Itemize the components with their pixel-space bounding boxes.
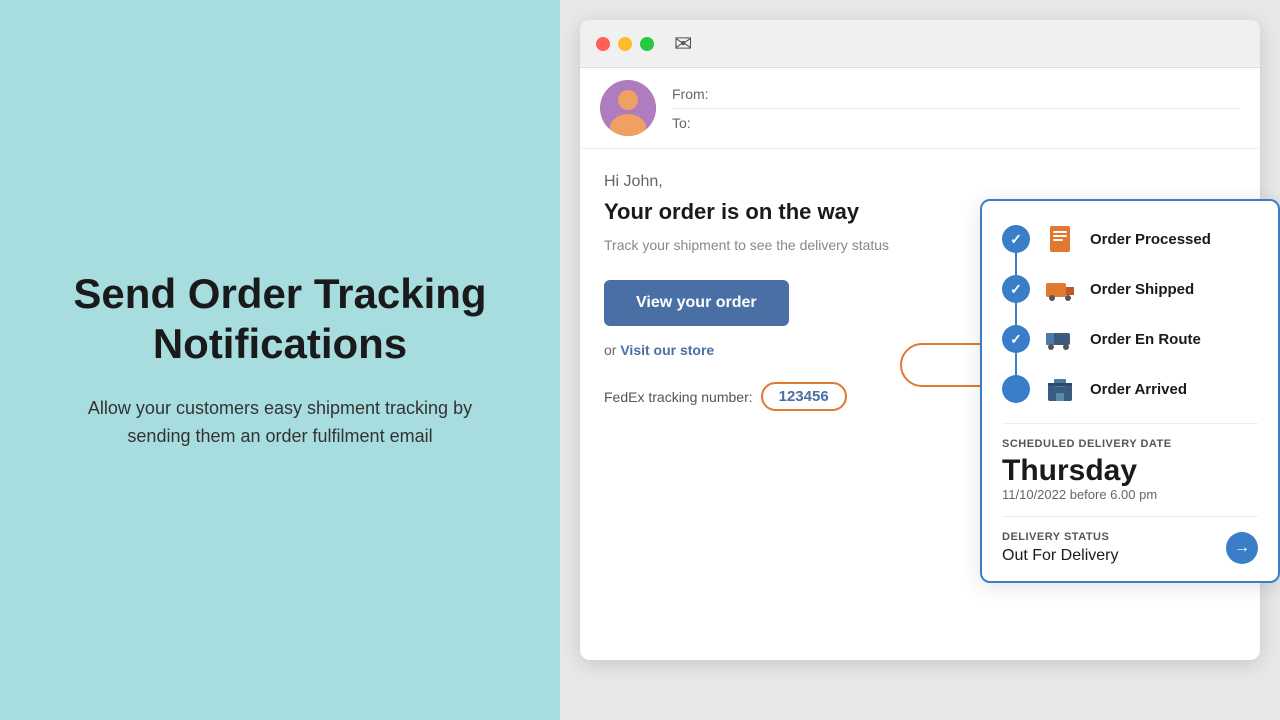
delivery-status-group: DELIVERY STATUS Out For Delivery (1002, 531, 1118, 565)
mail-icon: ✉ (674, 31, 692, 57)
right-panel: ✉ From: To: (560, 0, 1280, 720)
avatar (600, 80, 656, 136)
tracking-step: ✓ Order En Route (1002, 321, 1258, 357)
order-enroute-icon (1042, 321, 1078, 357)
tracking-label: FedEx tracking number: (604, 389, 753, 405)
step-check-enroute: ✓ (1002, 325, 1030, 353)
divider (1002, 516, 1258, 517)
order-shipped-icon (1042, 271, 1078, 307)
arrow-right-icon: → (1234, 539, 1250, 557)
view-order-button[interactable]: View your order (604, 280, 789, 326)
step-label-enroute: Order En Route (1090, 331, 1201, 348)
step-check-shipped: ✓ (1002, 275, 1030, 303)
delivery-status-button[interactable]: → (1226, 532, 1258, 564)
greeting: Hi John, (604, 173, 1236, 191)
check-icon: ✓ (1010, 281, 1022, 298)
left-panel: Send Order Tracking Notifications Allow … (0, 0, 560, 720)
to-label: To: (672, 115, 712, 131)
traffic-light-red[interactable] (596, 37, 610, 51)
delivery-status-value: Out For Delivery (1002, 547, 1118, 565)
hero-heading: Send Order Tracking Notifications (60, 269, 500, 370)
step-check-processed: ✓ (1002, 225, 1030, 253)
hero-description: Allow your customers easy shipment track… (60, 394, 500, 452)
delivery-date-detail: 11/10/2022 before 6.00 pm (1002, 487, 1258, 502)
tracking-steps: ✓ Order Processed (1002, 221, 1258, 407)
from-label: From: (672, 86, 712, 102)
step-label-processed: Order Processed (1090, 231, 1211, 248)
order-arrived-icon (1042, 371, 1078, 407)
to-field-row: To: (672, 115, 1240, 131)
step-label-arrived: Order Arrived (1090, 381, 1187, 398)
browser-window: ✉ From: To: (580, 20, 1260, 660)
tracking-step: Order Arrived (1002, 371, 1258, 407)
order-processed-icon (1042, 221, 1078, 257)
tracking-step: ✓ Order Shipped (1002, 271, 1258, 307)
delivery-status-label: DELIVERY STATUS (1002, 531, 1118, 543)
email-header: From: To: (580, 68, 1260, 149)
visit-store-link[interactable]: Visit our store (620, 342, 714, 358)
email-body: Hi John, Your order is on the way Track … (580, 149, 1260, 441)
traffic-light-yellow[interactable] (618, 37, 632, 51)
check-icon: ✓ (1010, 331, 1022, 348)
delivery-status-section: DELIVERY STATUS Out For Delivery → (1002, 531, 1258, 565)
check-icon: ✓ (1010, 231, 1022, 248)
divider (1002, 423, 1258, 424)
traffic-lights (596, 37, 654, 51)
traffic-light-green[interactable] (640, 37, 654, 51)
tracking-card: ✓ Order Processed (980, 199, 1280, 583)
delivery-date-section: SCHEDULED DELIVERY DATE Thursday 11/10/2… (1002, 438, 1258, 502)
scheduled-delivery-label: SCHEDULED DELIVERY DATE (1002, 438, 1258, 450)
browser-titlebar: ✉ (580, 20, 1260, 68)
or-text: or (604, 342, 616, 358)
step-label-shipped: Order Shipped (1090, 281, 1194, 298)
tracking-step: ✓ Order Processed (1002, 221, 1258, 257)
delivery-day: Thursday (1002, 454, 1258, 487)
email-content: From: To: Hi John, Your order is on the … (580, 68, 1260, 441)
tracking-number: 123456 (761, 382, 847, 411)
email-fields: From: To: (672, 86, 1240, 131)
from-field-row: From: (672, 86, 1240, 109)
step-dot-arrived (1002, 375, 1030, 403)
